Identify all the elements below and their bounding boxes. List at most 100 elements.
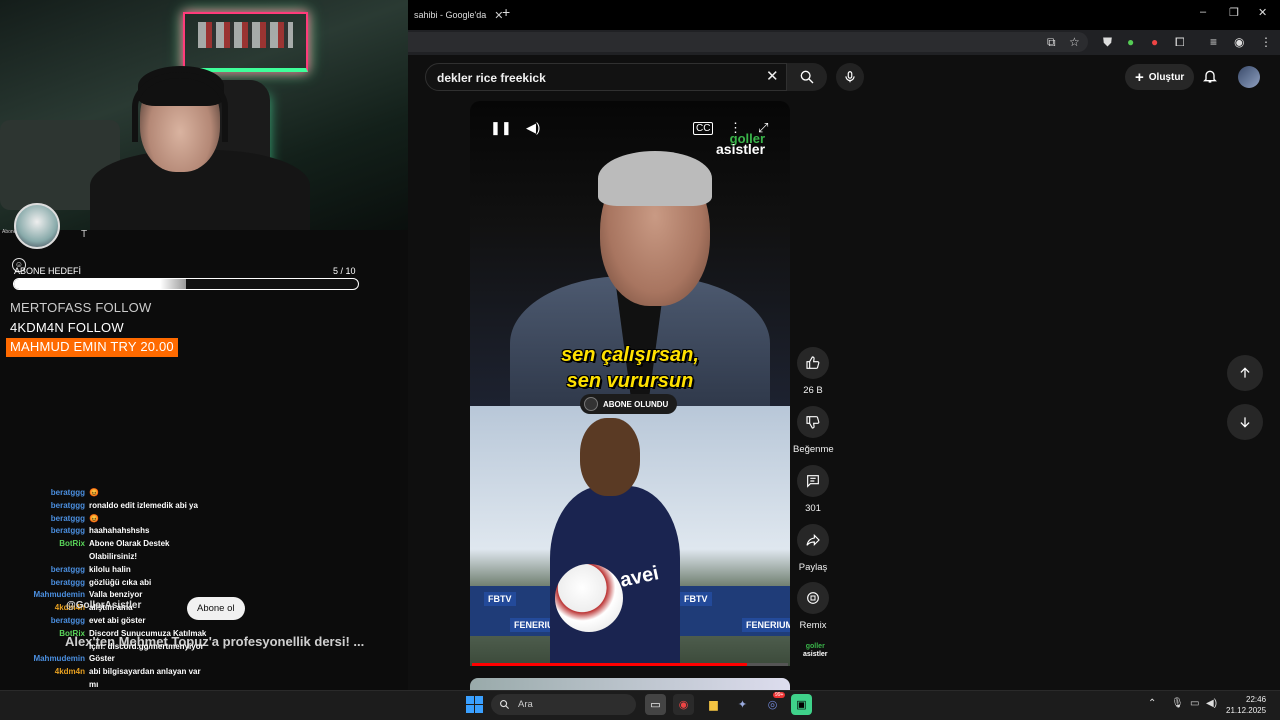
channel-handle[interactable]: @GollerAsistler bbox=[66, 600, 141, 611]
new-tab-button[interactable]: + bbox=[502, 4, 510, 20]
short-video-player[interactable]: goller asistler ❚❚ ◀) CC ⋮ ⤢ sen çalışır… bbox=[470, 101, 790, 406]
media-control-icon[interactable]: ≡ bbox=[1210, 35, 1217, 49]
window-close-button[interactable]: ✕ bbox=[1258, 6, 1267, 19]
chat-text: kilolu halin bbox=[89, 564, 131, 574]
share-button[interactable]: Paylaş bbox=[793, 524, 833, 573]
remix-button[interactable]: Remix bbox=[793, 582, 833, 631]
search-button[interactable] bbox=[787, 63, 827, 91]
profile-icon[interactable]: ◉ bbox=[1234, 35, 1244, 49]
search-icon bbox=[800, 70, 814, 84]
task-view-icon[interactable]: ▭ bbox=[645, 694, 666, 715]
extension-green-icon[interactable]: ● bbox=[1127, 35, 1134, 49]
next-short-button[interactable] bbox=[1227, 404, 1263, 440]
chrome-icon[interactable]: ◉ bbox=[673, 694, 694, 715]
chat-message: Olabilirsiniz! bbox=[0, 551, 240, 564]
search-input[interactable]: dekler rice freekick bbox=[425, 63, 787, 91]
taskbar-search[interactable]: Ara bbox=[491, 694, 636, 715]
dislike-label: Beğenme bbox=[793, 444, 834, 455]
account-avatar[interactable] bbox=[1238, 66, 1260, 88]
address-field[interactable] bbox=[408, 32, 1088, 52]
remix-icon bbox=[807, 592, 819, 604]
microphone-tray-icon[interactable]: 🎙 bbox=[1171, 698, 1184, 709]
video-brand-logo: goller asistler bbox=[716, 132, 766, 157]
subscribed-indicator[interactable]: ABONE OLUNDU bbox=[580, 394, 678, 414]
webcam-figurines bbox=[198, 22, 293, 48]
subscribe-button[interactable]: Abone ol bbox=[187, 597, 245, 620]
next-short-preview[interactable] bbox=[470, 678, 790, 690]
chat-username[interactable]: beratggg bbox=[0, 487, 89, 500]
recent-event: 4KDM4N FOLLOW bbox=[10, 320, 124, 335]
shorts-logo-top: goller bbox=[805, 643, 825, 650]
comments-button[interactable]: 301 bbox=[793, 465, 833, 514]
more-options-icon[interactable]: ⋮ bbox=[729, 120, 742, 136]
short-title[interactable]: Alex'ten Mehmet Topuz'a profesyonellik d… bbox=[65, 634, 364, 649]
bell-icon bbox=[1203, 70, 1217, 83]
subscriber-goal-count: 5 / 10 bbox=[333, 266, 356, 276]
plus-icon: + bbox=[1135, 68, 1144, 86]
chat-text: abi bilgisayardan anlayan var bbox=[89, 667, 201, 677]
video-progress-fill bbox=[472, 663, 747, 666]
chat-text: Olabilirsiniz! bbox=[89, 552, 138, 561]
recent-event: MERTOFASS FOLLOW bbox=[10, 300, 152, 315]
search-clear-icon[interactable]: ✕ bbox=[766, 67, 779, 85]
bookmark-star-icon[interactable]: ☆ bbox=[1069, 35, 1080, 49]
volume-tray-icon[interactable]: ◀) bbox=[1206, 698, 1217, 709]
chat-message: beratggg gözlüğü cıka abi bbox=[0, 577, 240, 590]
chat-username[interactable]: 4kdm4n bbox=[0, 666, 89, 679]
extensions-puzzle-icon[interactable]: ⧠ bbox=[1175, 35, 1185, 50]
chat-username[interactable]: beratggg bbox=[0, 513, 89, 526]
app-icon[interactable]: ▣ bbox=[791, 694, 812, 715]
extension-red-icon[interactable]: ● bbox=[1151, 35, 1158, 49]
network-icon[interactable]: ▭ bbox=[1190, 698, 1199, 709]
chat-username[interactable]: beratggg bbox=[0, 577, 89, 590]
browser-menu-icon[interactable]: ⋮ bbox=[1260, 35, 1272, 49]
subscriber-goal-bar bbox=[13, 278, 359, 290]
chat-username[interactable] bbox=[0, 551, 89, 564]
chat-username[interactable]: beratggg bbox=[0, 564, 89, 577]
clock-time: 22:46 bbox=[1246, 695, 1267, 704]
create-button[interactable]: + Oluştur bbox=[1125, 64, 1195, 90]
file-explorer-icon[interactable]: ▆ bbox=[703, 694, 724, 715]
chat-text: Abone Olarak Destek bbox=[89, 539, 170, 549]
microphone-icon bbox=[845, 71, 855, 83]
chat-username[interactable]: beratggg bbox=[0, 615, 89, 628]
chat-message: beratggg kilolu halin bbox=[0, 564, 240, 577]
settings-app-icon[interactable]: ✦ bbox=[732, 694, 753, 715]
minimize-button[interactable]: – bbox=[1200, 6, 1206, 18]
dislike-button[interactable]: Beğenme bbox=[793, 406, 834, 455]
short-channel-row[interactable]: @GollerAsistler bbox=[66, 600, 141, 611]
notifications-button[interactable] bbox=[1202, 68, 1218, 89]
install-app-icon[interactable]: ⧉ bbox=[1047, 35, 1056, 50]
create-label: Oluştur bbox=[1148, 71, 1185, 83]
captions-icon[interactable]: CC bbox=[693, 122, 714, 135]
remix-label: Remix bbox=[799, 620, 827, 631]
shield-extension-icon[interactable]: ⛊ bbox=[1103, 35, 1112, 50]
tray-overflow-icon[interactable]: ⌃ bbox=[1148, 698, 1156, 709]
headset bbox=[132, 72, 228, 142]
volume-icon[interactable]: ◀) bbox=[526, 120, 540, 136]
brand-logo-bottom: asistler bbox=[716, 141, 766, 157]
maximize-button[interactable]: ❐ bbox=[1229, 6, 1239, 19]
subscriber-goal-fill bbox=[14, 279, 186, 289]
voice-search-button[interactable] bbox=[836, 63, 864, 91]
chat-username[interactable]: beratggg bbox=[0, 500, 89, 513]
like-button[interactable]: 26 B bbox=[793, 347, 833, 396]
pause-icon[interactable]: ❚❚ bbox=[490, 120, 512, 136]
comment-icon bbox=[807, 475, 819, 488]
taskbar-search-placeholder: Ara bbox=[518, 699, 533, 710]
start-button[interactable] bbox=[466, 696, 483, 713]
subscribed-label: ABONE OLUNDU bbox=[603, 399, 669, 409]
chat-username[interactable]: beratggg bbox=[0, 525, 89, 538]
browser-tab[interactable]: sahibi - Google'da ✕ bbox=[408, 4, 509, 26]
chat-username[interactable]: BotRix bbox=[0, 538, 89, 551]
shorts-channel-logo[interactable]: goller asistler bbox=[803, 643, 828, 659]
webcam-feed bbox=[0, 0, 408, 230]
fullscreen-icon[interactable]: ⤢ bbox=[758, 120, 768, 136]
chat-message: Mahmudemin Göster bbox=[0, 653, 240, 666]
previous-short-button[interactable] bbox=[1227, 355, 1263, 391]
taskbar-clock[interactable]: 22:46 21.12.2025 bbox=[1226, 694, 1266, 716]
thumbs-up-icon bbox=[806, 356, 820, 369]
share-icon bbox=[806, 533, 820, 547]
banner-text: FBTV bbox=[680, 592, 712, 606]
chat-username[interactable]: Mahmudemin bbox=[0, 653, 89, 666]
